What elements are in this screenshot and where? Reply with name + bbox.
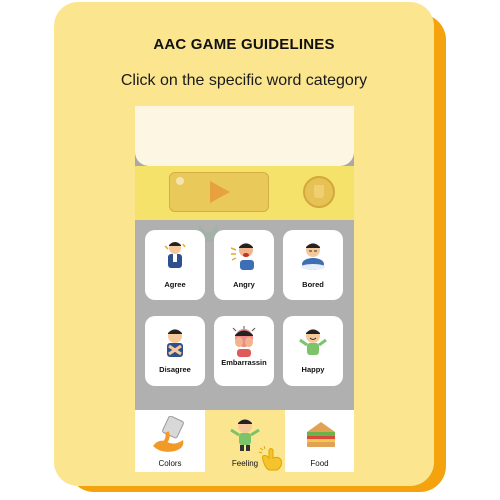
person-agreeing-icon [164,242,186,268]
word-tile-happy[interactable]: Happy [283,316,343,386]
person-angry-icon [230,243,254,270]
tab-label: Colors [158,459,182,468]
sentence-strip[interactable] [135,106,354,166]
person-bored-icon [301,243,325,270]
word-tile-embarrassing[interactable]: Embarrassin [214,316,274,386]
person-happy-icon [299,329,327,355]
category-tab-food[interactable]: Food [285,410,354,472]
paint-bucket-icon [153,416,184,452]
tile-label: Agree [164,280,186,289]
word-tile-agree[interactable]: Agree [145,230,205,300]
play-button[interactable] [169,172,269,212]
tile-label: Bored [302,280,324,289]
play-shine [176,177,184,185]
guideline-title: AAC GAME GUIDELINES [153,36,335,53]
tile-label: Disagree [159,365,191,374]
person-disagreeing-icon [167,329,183,357]
tab-label: Feeling [231,459,259,468]
tile-label: Happy [301,365,325,374]
app-screen: Agree Angry Bored Disagree Embarrassin H… [135,106,354,472]
person-embarrassed-icon [232,326,256,357]
tile-label: Angry [233,280,255,289]
control-bar [135,166,354,220]
play-icon [210,181,230,203]
category-tab-feeling[interactable]: Feeling [205,410,285,472]
tile-label: Embarrassin [221,358,267,367]
sandwich-icon [307,422,335,447]
category-tab-colors[interactable]: Colors [135,410,205,472]
word-grid: Agree Angry Bored Disagree Embarrassin H… [135,220,354,410]
word-tile-disagree[interactable]: Disagree [145,316,205,386]
word-tile-bored[interactable]: Bored [283,230,343,300]
word-tile-angry[interactable]: Angry [214,230,274,300]
category-bar: Colors Feeling Food [135,410,354,472]
tab-label: Food [310,459,329,468]
trash-icon [314,185,324,198]
guideline-instruction: Click on the specific word category [120,72,368,89]
happy-child-icon [230,419,260,451]
clear-button[interactable] [303,176,335,208]
